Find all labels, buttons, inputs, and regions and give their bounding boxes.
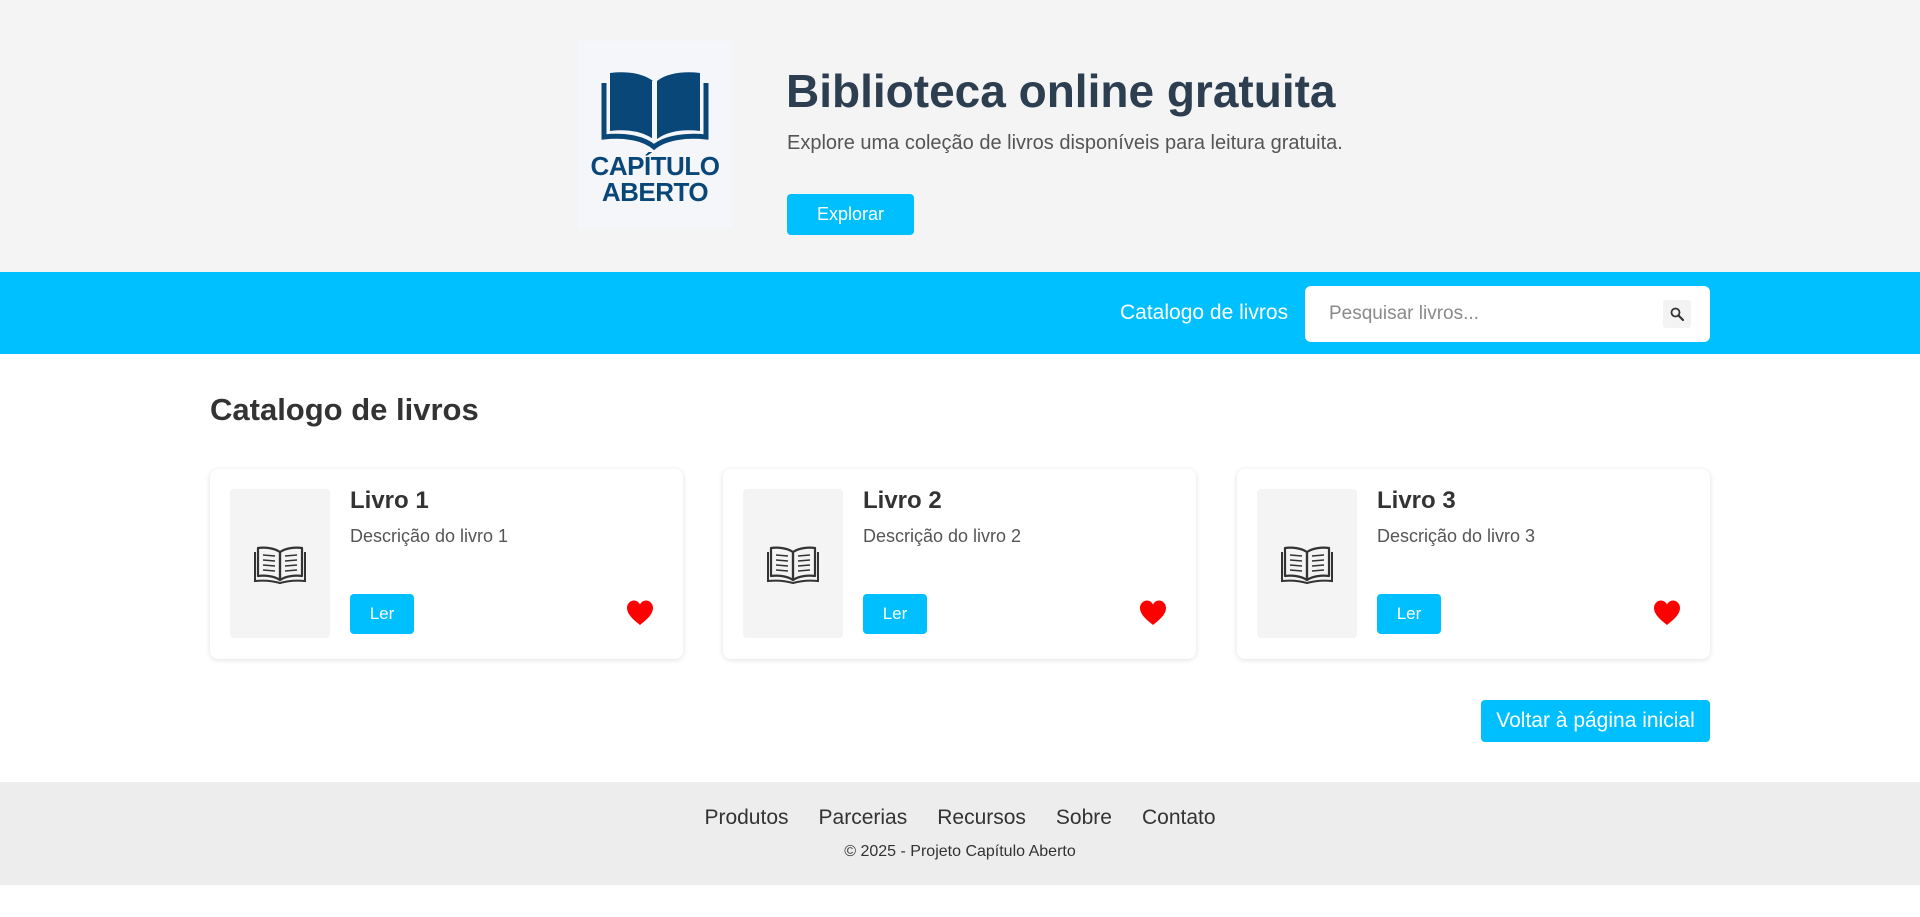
footer-link-recursos[interactable]: Recursos [937,806,1026,830]
open-book-logo-icon [601,72,709,151]
nav-link-catalog[interactable]: Catalogo de livros [1120,301,1288,325]
footer-link-contato[interactable]: Contato [1142,806,1216,830]
search-icon [1670,307,1684,321]
hero-banner: CAPÍTULO ABERTO Biblioteca online gratui… [0,0,1920,272]
logo-text-line1: CAPÍTULO [590,151,720,181]
book-icon [254,546,306,584]
search-button[interactable] [1663,300,1691,328]
search-input[interactable] [1329,286,1649,342]
navbar: Catalogo de livros [0,272,1920,354]
book-thumbnail [1257,489,1357,638]
book-card-3: Livro 3 Descrição do livro 3 Ler [1237,469,1710,659]
book-description: Descrição do livro 1 [350,526,509,546]
book-thumbnail [230,489,330,638]
book-card-2: Livro 2 Descrição do livro 2 Ler [723,469,1196,659]
book-icon [767,546,819,584]
book-description: Descrição do livro 3 [1377,526,1536,546]
heart-icon[interactable] [1138,598,1168,628]
book-title: Livro 3 [1377,487,1456,514]
book-title: Livro 2 [863,487,942,514]
logo[interactable]: CAPÍTULO ABERTO [578,41,732,229]
book-card-1: Livro 1 Descrição do livro 1 Ler [210,469,683,659]
copyright: © 2025 - Projeto Capítulo Aberto [844,843,1076,860]
hero-subtitle: Explore uma coleção de livros disponívei… [787,132,1343,154]
read-button[interactable]: Ler [350,594,414,634]
back-home-button[interactable]: Voltar à página inicial [1481,700,1710,742]
explore-button[interactable]: Explorar [787,194,914,235]
heart-icon[interactable] [625,598,655,628]
book-thumbnail [743,489,843,638]
read-button[interactable]: Ler [863,594,927,634]
search-box [1305,286,1710,342]
book-description: Descrição do livro 2 [863,526,1022,546]
book-title: Livro 1 [350,487,429,514]
catalog-title: Catalogo de livros [210,392,479,427]
read-button[interactable]: Ler [1377,594,1441,634]
hero-title: Biblioteca online gratuita [786,65,1336,117]
book-icon [1281,546,1333,584]
footer-links: Produtos Parcerias Recursos Sobre Contat… [0,806,1920,830]
footer-link-produtos[interactable]: Produtos [704,806,788,830]
logo-text-line2: ABERTO [601,177,709,207]
heart-icon[interactable] [1652,598,1682,628]
footer: Produtos Parcerias Recursos Sobre Contat… [0,782,1920,885]
footer-link-parcerias[interactable]: Parcerias [819,806,908,830]
footer-link-sobre[interactable]: Sobre [1056,806,1112,830]
